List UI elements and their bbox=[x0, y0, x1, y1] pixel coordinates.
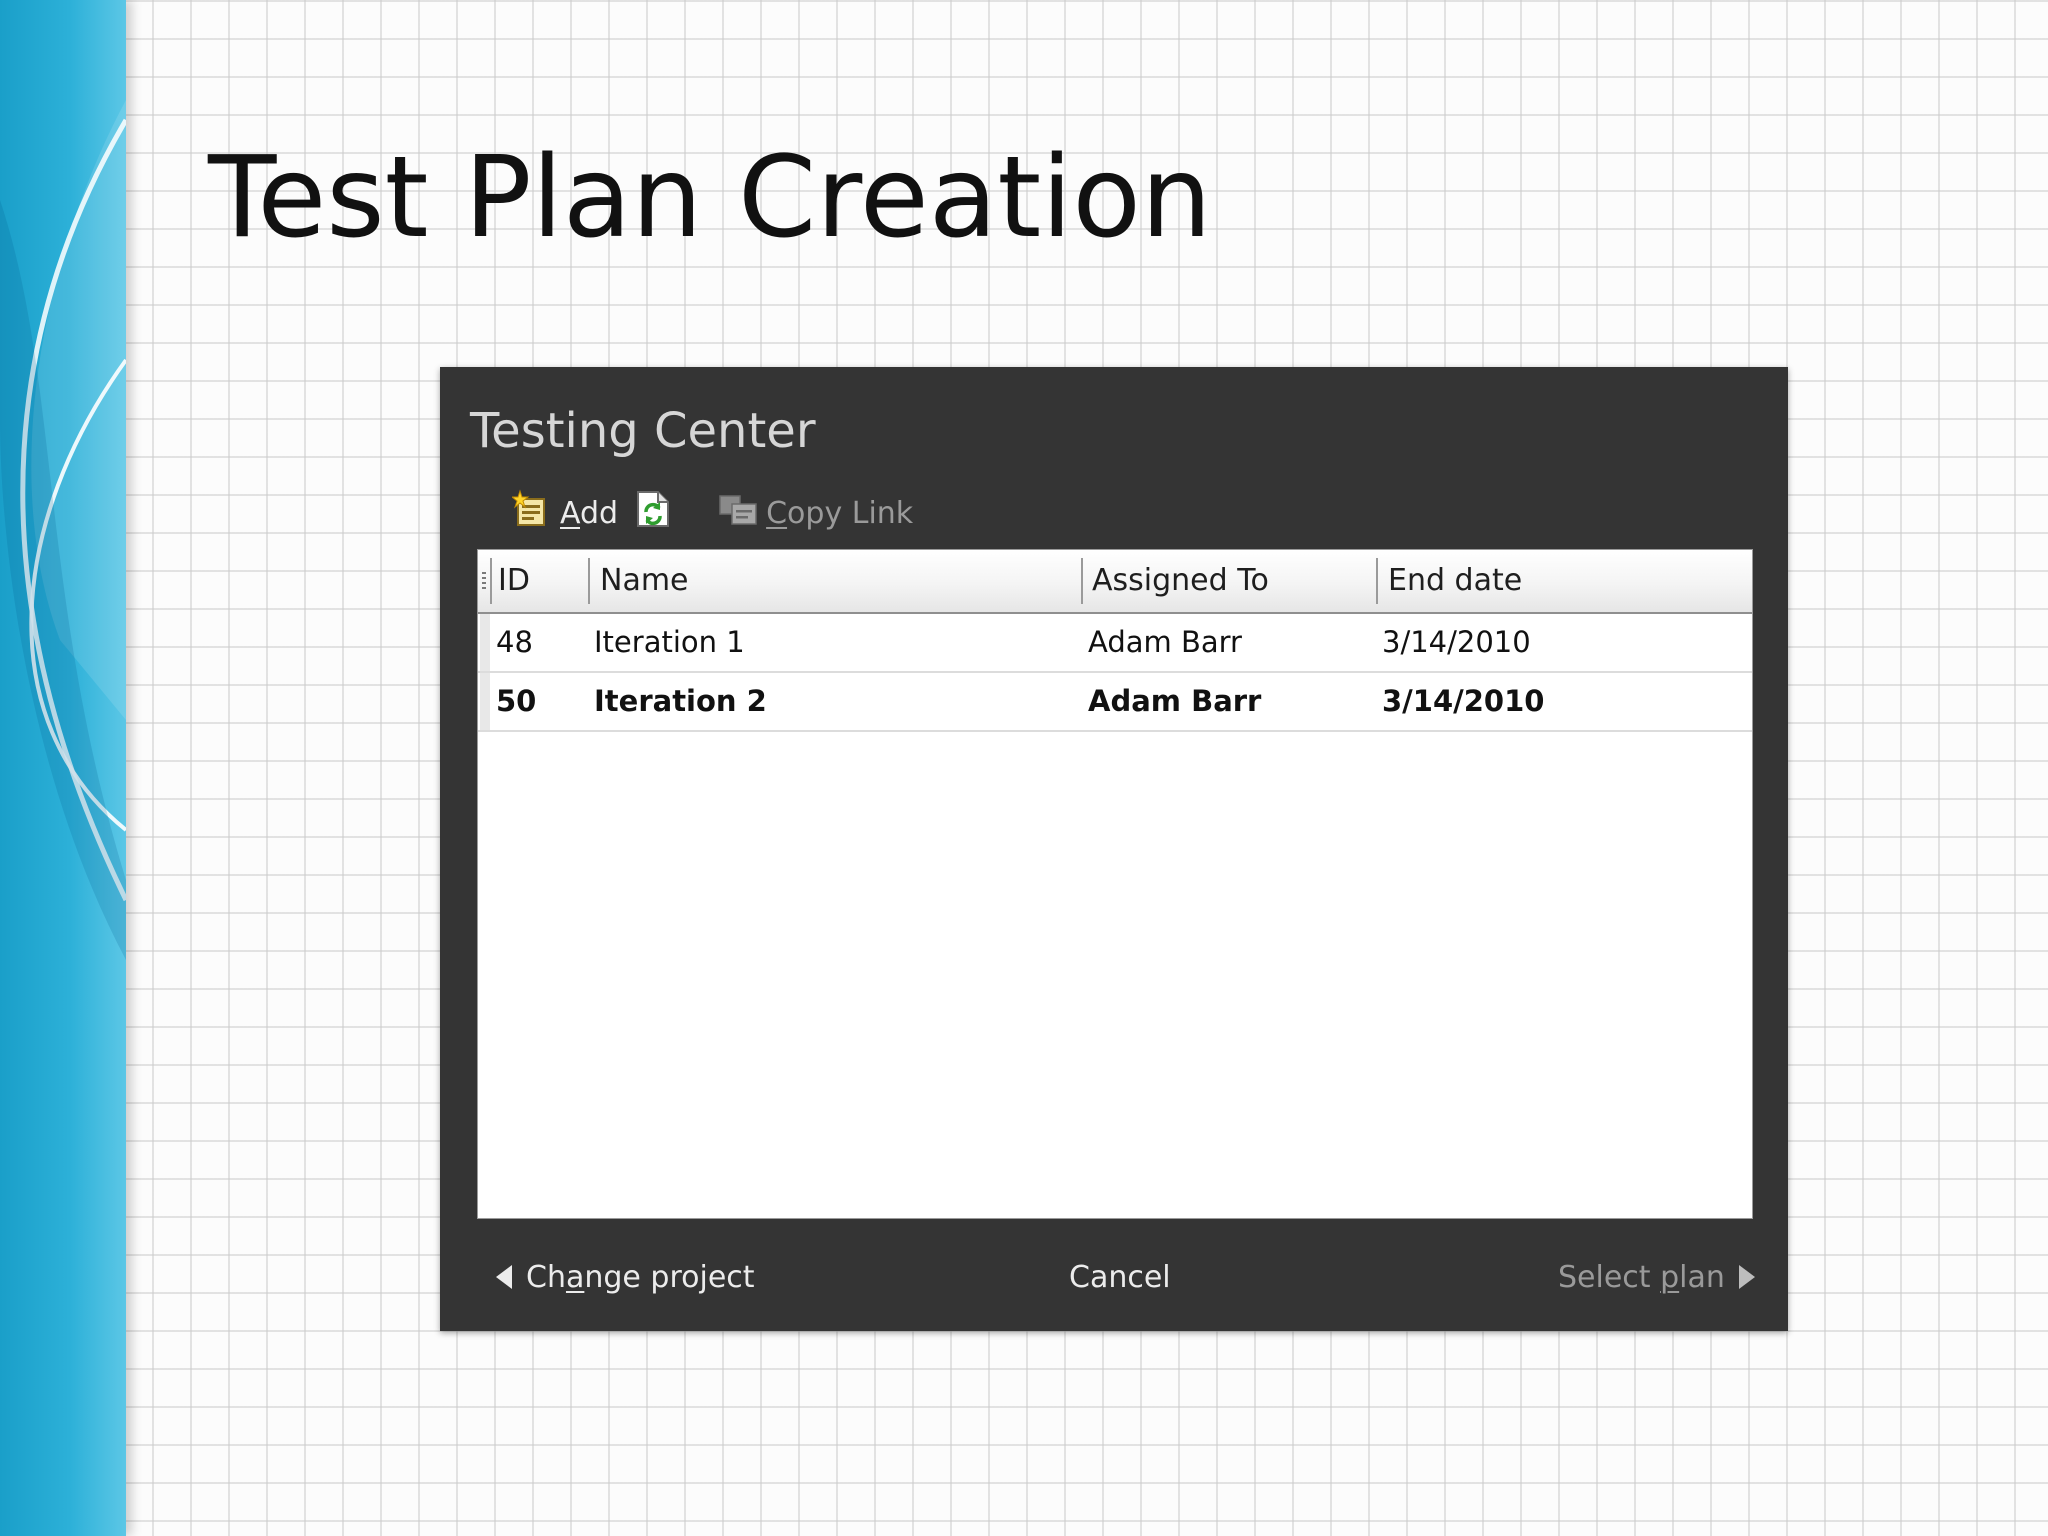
select-plan-button[interactable]: Select plan bbox=[1558, 1247, 1755, 1307]
cancel-button[interactable]: Cancel bbox=[1069, 1247, 1171, 1307]
swoosh-decoration bbox=[0, 100, 126, 960]
copy-link-label: Copy Link bbox=[766, 495, 914, 531]
refresh-icon bbox=[636, 490, 670, 536]
column-separator[interactable] bbox=[1081, 558, 1083, 604]
column-grip-icon[interactable] bbox=[482, 572, 486, 590]
add-plan-icon bbox=[510, 489, 552, 537]
column-separator[interactable] bbox=[588, 558, 590, 604]
arrow-left-icon bbox=[496, 1265, 512, 1289]
change-project-button[interactable]: Change project bbox=[496, 1247, 755, 1307]
column-separator[interactable] bbox=[490, 558, 492, 604]
add-button-label: Add bbox=[560, 495, 619, 531]
column-header-assigned-to[interactable]: Assigned To bbox=[1092, 550, 1269, 612]
copy-link-icon bbox=[718, 492, 758, 534]
decorative-side-band bbox=[0, 0, 126, 1536]
row-marker bbox=[480, 614, 490, 671]
add-button[interactable]: Add bbox=[510, 489, 619, 537]
table-row[interactable]: 48 Iteration 1 Adam Barr 3/14/2010 bbox=[478, 614, 1752, 673]
change-project-label: Change project bbox=[526, 1259, 755, 1295]
column-separator[interactable] bbox=[1376, 558, 1378, 604]
refresh-button[interactable] bbox=[636, 490, 670, 536]
cell-id: 48 bbox=[496, 625, 533, 659]
grid-header: ID Name Assigned To End date bbox=[478, 550, 1752, 614]
cell-name: Iteration 2 bbox=[594, 684, 767, 718]
column-header-name[interactable]: Name bbox=[600, 550, 689, 612]
column-header-end-date[interactable]: End date bbox=[1388, 550, 1522, 612]
testing-center-dialog: Testing Center Add Copy Link ID Name Ass… bbox=[440, 367, 1788, 1331]
cell-assigned-to: Adam Barr bbox=[1088, 684, 1262, 718]
toolbar: Add Copy Link bbox=[510, 489, 913, 537]
cell-id: 50 bbox=[496, 684, 537, 718]
copy-link-button[interactable]: Copy Link bbox=[718, 492, 913, 534]
test-plans-grid: ID Name Assigned To End date 48 Iteratio… bbox=[477, 549, 1753, 1219]
cell-end-date: 3/14/2010 bbox=[1382, 684, 1545, 718]
arrow-right-icon bbox=[1738, 1265, 1755, 1289]
cell-end-date: 3/14/2010 bbox=[1382, 625, 1531, 659]
row-marker bbox=[480, 673, 490, 730]
cell-assigned-to: Adam Barr bbox=[1088, 625, 1242, 659]
column-header-id[interactable]: ID bbox=[498, 550, 530, 612]
slide-title: Test Plan Creation bbox=[208, 133, 1212, 263]
dialog-title: Testing Center bbox=[470, 403, 816, 459]
table-row[interactable]: 50 Iteration 2 Adam Barr 3/14/2010 bbox=[478, 673, 1752, 732]
select-plan-label: Select plan bbox=[1558, 1259, 1725, 1295]
cell-name: Iteration 1 bbox=[594, 625, 745, 659]
